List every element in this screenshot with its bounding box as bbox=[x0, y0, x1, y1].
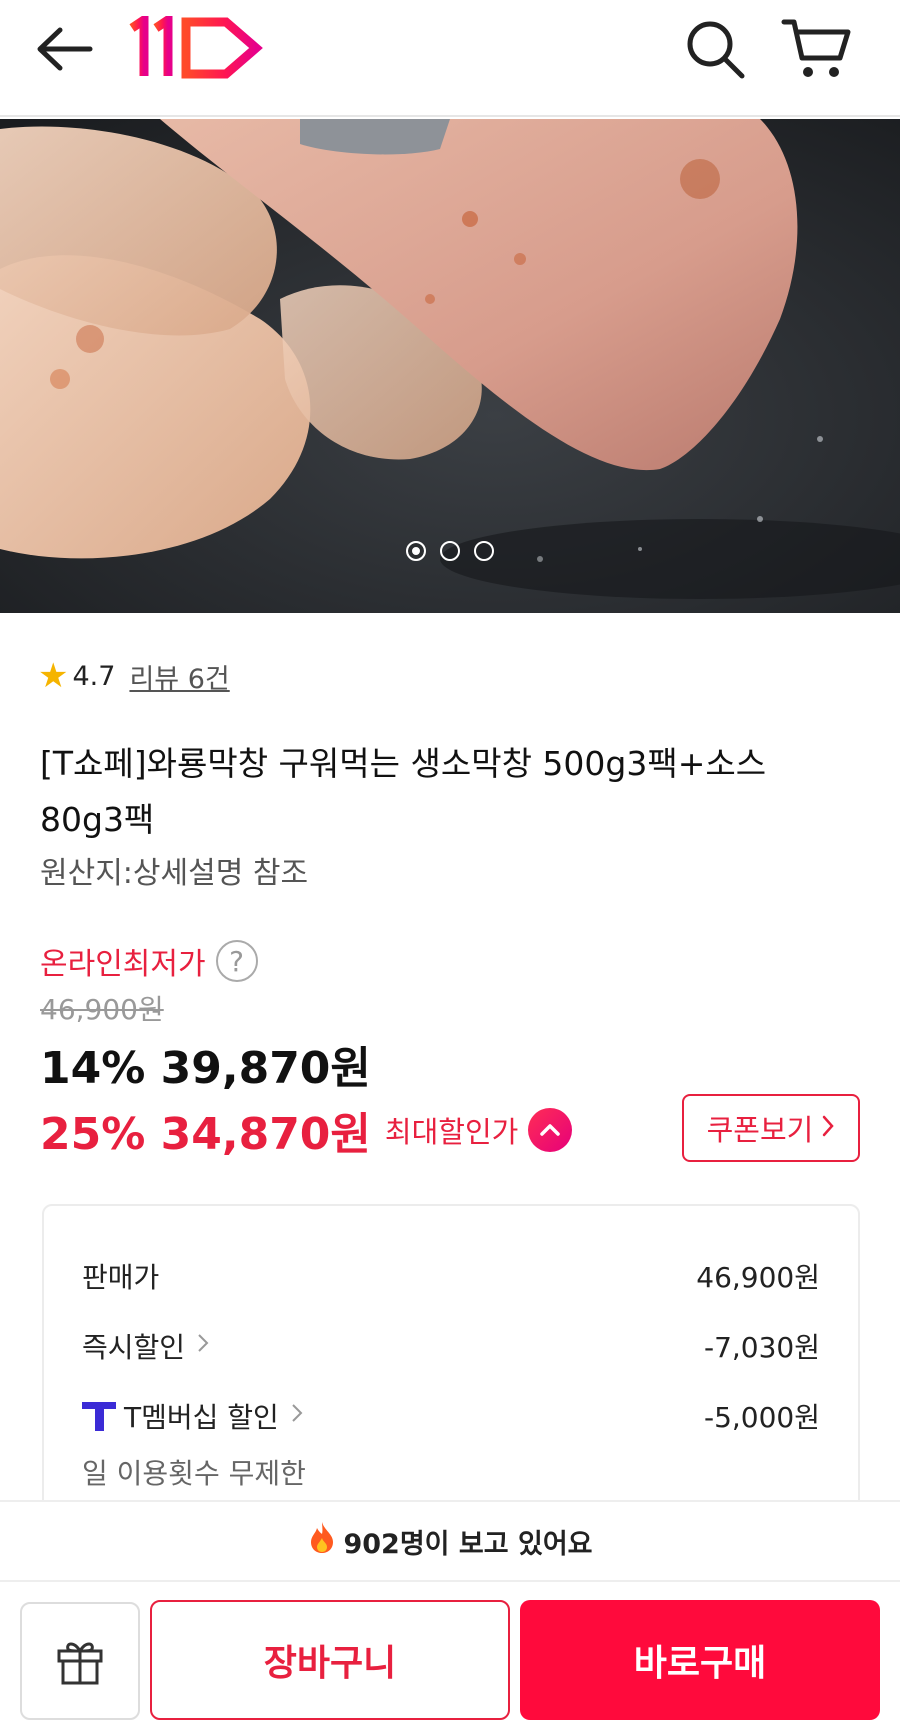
fire-icon bbox=[307, 1520, 337, 1562]
max-discount-row: 25% 34,870원 최대할인가 bbox=[40, 1100, 573, 1160]
max-discount-label: 최대할인가 bbox=[384, 1115, 519, 1149]
breakdown-label: 판매가 bbox=[82, 1261, 160, 1294]
carousel-dot-2[interactable] bbox=[440, 541, 460, 561]
max-discount-price: 25% 34,870원 bbox=[40, 1109, 371, 1160]
chevron-right-icon[interactable] bbox=[291, 1402, 303, 1430]
coupon-view-button[interactable]: 쿠폰보기 bbox=[682, 1094, 860, 1162]
breakdown-amount: -7,030원 bbox=[703, 1331, 820, 1364]
price-breakdown-box: 판매가 46,900원 즉시할인 -7,030원 T멤버십 할인 -5,000원… bbox=[42, 1204, 860, 1524]
breakdown-label: T멤버십 할인 bbox=[124, 1401, 279, 1434]
add-to-cart-button[interactable]: 장바구니 bbox=[150, 1600, 510, 1720]
viewers-text: 902명이 보고 있어요 bbox=[343, 1528, 593, 1560]
discount-price: 14% 39,870원 bbox=[40, 1043, 371, 1094]
back-button[interactable] bbox=[34, 22, 96, 76]
product-image-carousel[interactable] bbox=[0, 119, 900, 613]
cart-button[interactable] bbox=[780, 16, 852, 82]
rating-value: 4.7 bbox=[72, 660, 116, 692]
11st-logo-icon bbox=[129, 11, 263, 79]
lowest-price-label: 온라인최저가 bbox=[40, 947, 206, 982]
bottom-action-bar: 장바구니 바로구매 bbox=[0, 1582, 900, 1735]
gift-button[interactable] bbox=[20, 1602, 140, 1720]
carousel-dot-3[interactable] bbox=[474, 541, 494, 561]
t-membership-icon bbox=[82, 1402, 116, 1431]
original-price: 46,900원 bbox=[40, 993, 164, 1026]
breakdown-row-sale-price: 판매가 46,900원 bbox=[82, 1256, 820, 1296]
product-photo bbox=[0, 119, 900, 613]
breakdown-label: 즉시할인 bbox=[82, 1331, 186, 1364]
logo[interactable] bbox=[128, 11, 268, 80]
top-bar bbox=[0, 0, 900, 117]
membership-note: 일 이용횟수 무제한 bbox=[82, 1457, 306, 1490]
buy-now-button[interactable]: 바로구매 bbox=[520, 1600, 880, 1720]
breakdown-amount: -5,000원 bbox=[703, 1401, 820, 1434]
carousel-dots bbox=[0, 541, 900, 561]
rating-row: ★ 4.7 리뷰 6건 bbox=[38, 656, 230, 696]
live-viewers-banner: 902명이 보고 있어요 bbox=[0, 1500, 900, 1582]
review-count-link[interactable]: 리뷰 6건 bbox=[129, 657, 229, 696]
gift-icon bbox=[57, 1642, 103, 1685]
chevron-right-icon[interactable] bbox=[197, 1332, 209, 1360]
help-icon[interactable]: ? bbox=[215, 940, 258, 982]
chevron-up-icon[interactable] bbox=[528, 1108, 573, 1152]
lowest-price-label-row: 온라인최저가 ? bbox=[40, 938, 258, 984]
search-button[interactable] bbox=[684, 18, 746, 80]
coupon-button-label: 쿠폰보기 bbox=[706, 1113, 814, 1147]
star-icon: ★ bbox=[38, 656, 69, 696]
cart-icon bbox=[781, 19, 851, 77]
product-origin: 원산지:상세설명 참조 bbox=[40, 856, 309, 891]
carousel-dot-1[interactable] bbox=[406, 541, 426, 561]
arrow-left-icon bbox=[37, 27, 93, 71]
breakdown-row-instant-discount[interactable]: 즉시할인 -7,030원 bbox=[82, 1326, 820, 1366]
breakdown-amount: 46,900원 bbox=[696, 1261, 820, 1294]
breakdown-row-t-membership[interactable]: T멤버십 할인 -5,000원 bbox=[82, 1396, 820, 1436]
chevron-right-icon bbox=[821, 1111, 835, 1145]
search-icon bbox=[687, 21, 745, 79]
product-title: [T쇼페]와룡막창 구워먹는 생소막창 500g3팩+소스 80g3팩 bbox=[40, 744, 767, 839]
